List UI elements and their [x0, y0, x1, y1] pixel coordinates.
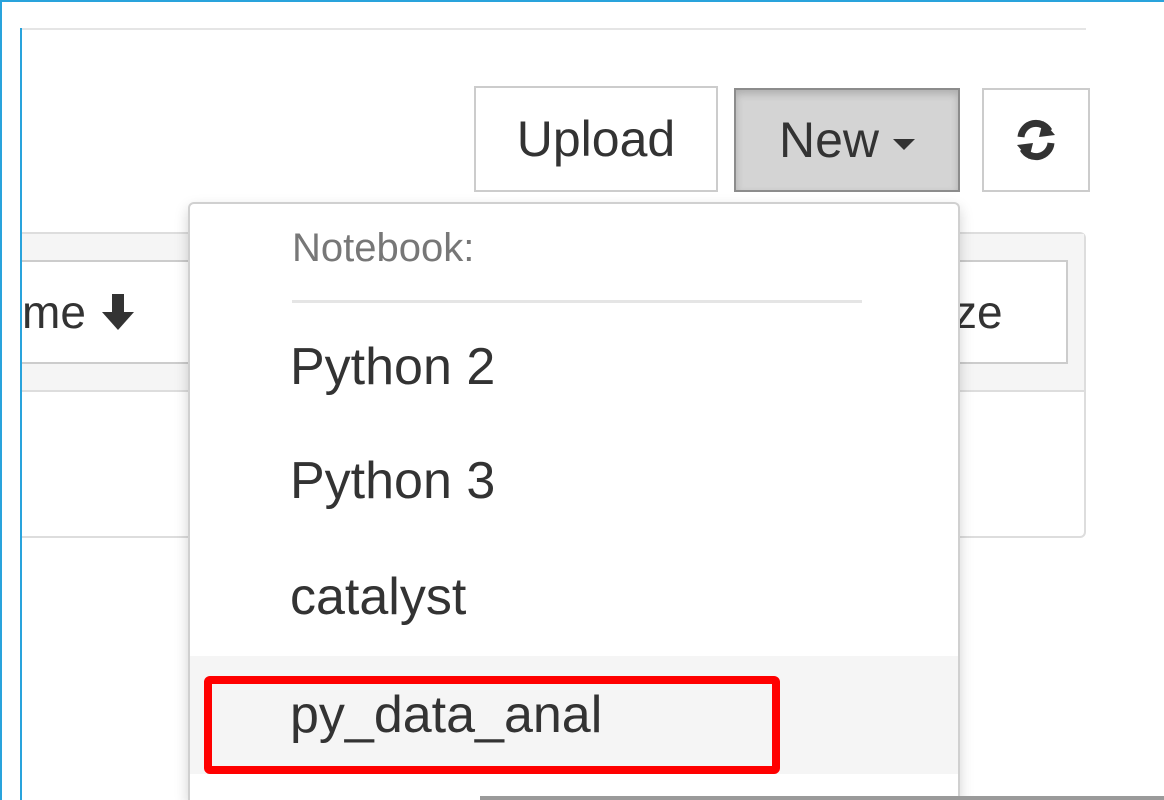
sort-by-name-button[interactable]: me	[22, 260, 202, 364]
menu-item-py-data-anal[interactable]: py_data_anal	[190, 656, 958, 774]
refresh-icon	[1017, 119, 1055, 161]
header-divider	[22, 28, 1086, 30]
menu-section-header: Notebook:	[292, 226, 475, 270]
new-dropdown-button[interactable]: New	[734, 88, 960, 192]
menu-divider	[292, 300, 862, 303]
jupyter-file-browser: Upload New me ze Notebook: Python 2 Pyth…	[0, 0, 1164, 800]
new-notebook-menu: Notebook: Python 2 Python 3 catalyst py_…	[188, 202, 960, 800]
menu-item-catalyst[interactable]: catalyst	[190, 538, 958, 656]
menu-item-python-3[interactable]: Python 3	[190, 422, 958, 540]
size-column-label: ze	[954, 286, 1003, 338]
menu-item-python-2[interactable]: Python 2	[190, 308, 958, 426]
name-column-label: me	[22, 286, 86, 338]
caret-down-icon	[893, 138, 916, 150]
upload-button[interactable]: Upload	[474, 86, 718, 192]
new-button-label: New	[778, 112, 880, 168]
arrow-down-icon	[101, 294, 134, 330]
refresh-button[interactable]	[982, 88, 1090, 192]
bottom-divider	[480, 796, 1164, 800]
